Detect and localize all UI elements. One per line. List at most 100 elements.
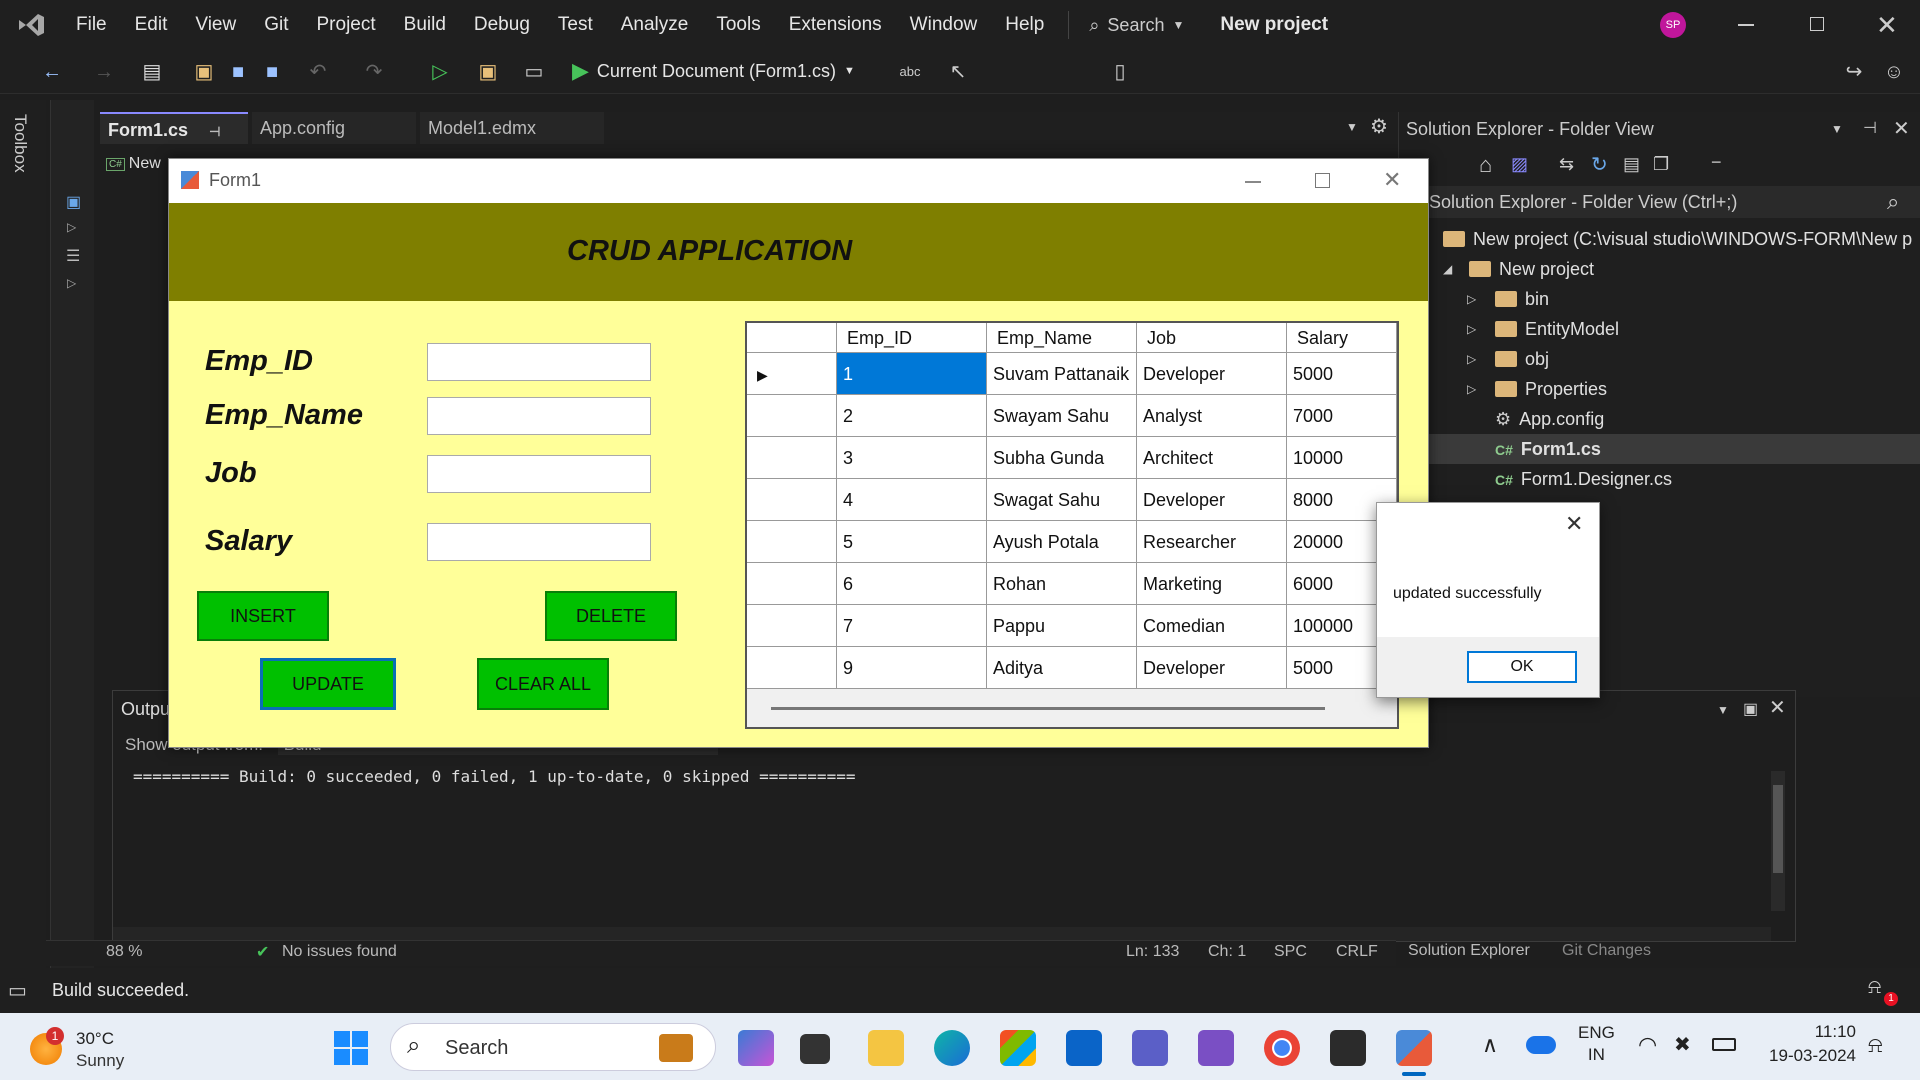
- properties-icon[interactable]: −: [1711, 152, 1722, 173]
- tab-git-changes[interactable]: Git Changes: [1562, 942, 1651, 960]
- grid-row-header[interactable]: [747, 521, 837, 563]
- browser-icon[interactable]: ▭: [522, 60, 546, 84]
- expand-arrow-icon[interactable]: ▷: [1467, 344, 1476, 374]
- minimize-button[interactable]: [1738, 24, 1754, 26]
- pointer-icon[interactable]: ↖: [946, 60, 970, 84]
- switch-views-icon[interactable]: ▨: [1511, 154, 1528, 175]
- save-icon[interactable]: ■: [226, 60, 250, 84]
- tab-list-dropdown-icon[interactable]: ▼: [1346, 120, 1358, 134]
- scrollbar-thumb[interactable]: [1773, 785, 1783, 873]
- avatar[interactable]: SP: [1660, 12, 1686, 38]
- gear-icon[interactable]: ⚙: [1370, 114, 1388, 139]
- tree-item-6[interactable]: ⚙ App.config: [1495, 404, 1604, 434]
- pin-icon[interactable]: ⊣: [1863, 118, 1877, 138]
- grid-column-header[interactable]: Salary: [1287, 323, 1397, 353]
- form1-minimize-button[interactable]: [1245, 181, 1261, 183]
- battery-icon[interactable]: [1712, 1038, 1736, 1051]
- grid-cell[interactable]: Developer: [1137, 479, 1287, 521]
- menu-window[interactable]: Window: [896, 0, 992, 50]
- collapse-arrow-icon[interactable]: ◢: [1443, 254, 1452, 284]
- form-app-taskbar-icon[interactable]: [1396, 1030, 1432, 1066]
- grid-horizontal-scrollbar[interactable]: [747, 689, 1397, 727]
- file-explorer-icon[interactable]: [868, 1030, 904, 1066]
- expand-icon[interactable]: ▷: [67, 220, 76, 234]
- salary-input[interactable]: [427, 523, 651, 561]
- terminal-icon[interactable]: [1330, 1030, 1366, 1066]
- open-folder-icon[interactable]: ▣: [192, 60, 216, 84]
- tab-app-config[interactable]: App.config: [252, 112, 416, 144]
- weather-widget[interactable]: 1 30°C Sunny: [30, 1027, 150, 1071]
- teams-icon[interactable]: [1132, 1030, 1168, 1066]
- form1-close-button[interactable]: ✕: [1383, 167, 1401, 193]
- grid-cell[interactable]: 6: [837, 563, 987, 605]
- back-icon[interactable]: ←: [40, 60, 64, 84]
- menu-edit[interactable]: Edit: [121, 0, 182, 50]
- grid-cell[interactable]: Rohan: [987, 563, 1137, 605]
- menu-tools[interactable]: Tools: [702, 0, 774, 50]
- grid-cell[interactable]: Researcher: [1137, 521, 1287, 563]
- menu-file[interactable]: File: [62, 0, 121, 50]
- edge-icon[interactable]: [934, 1030, 970, 1066]
- collapse-all-icon[interactable]: ▤: [1623, 154, 1640, 175]
- taskbar-search[interactable]: ⌕ Search: [390, 1023, 716, 1071]
- close-button[interactable]: ✕: [1876, 10, 1898, 41]
- grid-row-header[interactable]: ▶: [747, 353, 837, 395]
- undo-icon[interactable]: ↶: [306, 60, 330, 84]
- zoom-level[interactable]: 88 %: [106, 943, 142, 961]
- bell-icon[interactable]: ⍾: [1868, 976, 1881, 999]
- visual-studio-logo-icon[interactable]: [0, 0, 62, 50]
- grid-row-header[interactable]: [747, 563, 837, 605]
- grid-row-header[interactable]: [747, 647, 837, 689]
- insert-button[interactable]: INSERT: [197, 591, 329, 641]
- maximize-icon[interactable]: ▣: [1743, 699, 1758, 719]
- home-icon[interactable]: ⌂: [1479, 152, 1492, 178]
- tree-item-5[interactable]: ▷ Properties: [1467, 374, 1607, 404]
- refresh-icon[interactable]: ↻: [1591, 152, 1608, 177]
- grid-row-header[interactable]: [747, 437, 837, 479]
- tree-item-1[interactable]: ◢ New project: [1443, 254, 1594, 284]
- grid-row-header[interactable]: [747, 479, 837, 521]
- task-view-icon[interactable]: [800, 1034, 830, 1064]
- grid-cell[interactable]: Architect: [1137, 437, 1287, 479]
- expand-arrow-icon[interactable]: ▷: [1467, 314, 1476, 344]
- grid-cell[interactable]: Ayush Potala: [987, 521, 1137, 563]
- menu-project[interactable]: Project: [303, 0, 390, 50]
- tree-item-2[interactable]: ▷ bin: [1467, 284, 1549, 314]
- tree-item-3[interactable]: ▷ EntityModel: [1467, 314, 1619, 344]
- close-icon[interactable]: ✕: [1769, 695, 1786, 720]
- tab-form1-cs[interactable]: Form1.cs ⊣ ✕: [100, 112, 248, 174]
- start-without-debug-icon[interactable]: ▷: [428, 60, 452, 84]
- tab-model1-edmx[interactable]: Model1.edmx: [420, 112, 604, 144]
- issues-label[interactable]: No issues found: [282, 943, 397, 961]
- grid-cell[interactable]: Swagat Sahu: [987, 479, 1137, 521]
- wifi-icon[interactable]: ◠: [1638, 1032, 1657, 1058]
- start-debug-button[interactable]: ▶ Current Document (Form1.cs) ▼: [572, 58, 855, 84]
- tree-item-7[interactable]: C# Form1.cs: [1399, 434, 1920, 464]
- grid-cell[interactable]: Marketing: [1137, 563, 1287, 605]
- grid-cell[interactable]: Comedian: [1137, 605, 1287, 647]
- bookmark-icon[interactable]: ▯: [1108, 60, 1132, 84]
- feedback-icon[interactable]: ☺: [1882, 60, 1906, 84]
- server-explorer-icon[interactable]: ▣: [66, 192, 81, 212]
- ok-button[interactable]: OK: [1467, 651, 1577, 683]
- outlook-icon[interactable]: [1066, 1030, 1102, 1066]
- notification-outline-icon[interactable]: ▭: [8, 978, 27, 1003]
- menu-build[interactable]: Build: [390, 0, 460, 50]
- sync-icon[interactable]: ⇆: [1559, 154, 1574, 175]
- share-icon[interactable]: ↪: [1842, 60, 1866, 84]
- job-input[interactable]: [427, 455, 651, 493]
- visual-studio-taskbar-icon[interactable]: [1198, 1030, 1234, 1066]
- dialog-close-button[interactable]: ✕: [1565, 511, 1583, 537]
- grid-column-header[interactable]: Job: [1137, 323, 1287, 353]
- redo-icon[interactable]: ↷: [362, 60, 386, 84]
- notifications-bell-icon[interactable]: ⍾: [1868, 1032, 1883, 1058]
- grid-cell[interactable]: Developer: [1137, 353, 1287, 395]
- grid-cell[interactable]: 3: [837, 437, 987, 479]
- tree-item-8[interactable]: C# Form1.Designer.cs: [1495, 464, 1672, 494]
- menu-debug[interactable]: Debug: [460, 0, 544, 50]
- grid-cell[interactable]: 1: [837, 353, 987, 395]
- language-indicator[interactable]: ENG IN: [1578, 1022, 1615, 1066]
- grid-cell[interactable]: 4: [837, 479, 987, 521]
- search-box[interactable]: ⌕ Search ▼: [1079, 15, 1194, 36]
- grid-cell[interactable]: 10000: [1287, 437, 1397, 479]
